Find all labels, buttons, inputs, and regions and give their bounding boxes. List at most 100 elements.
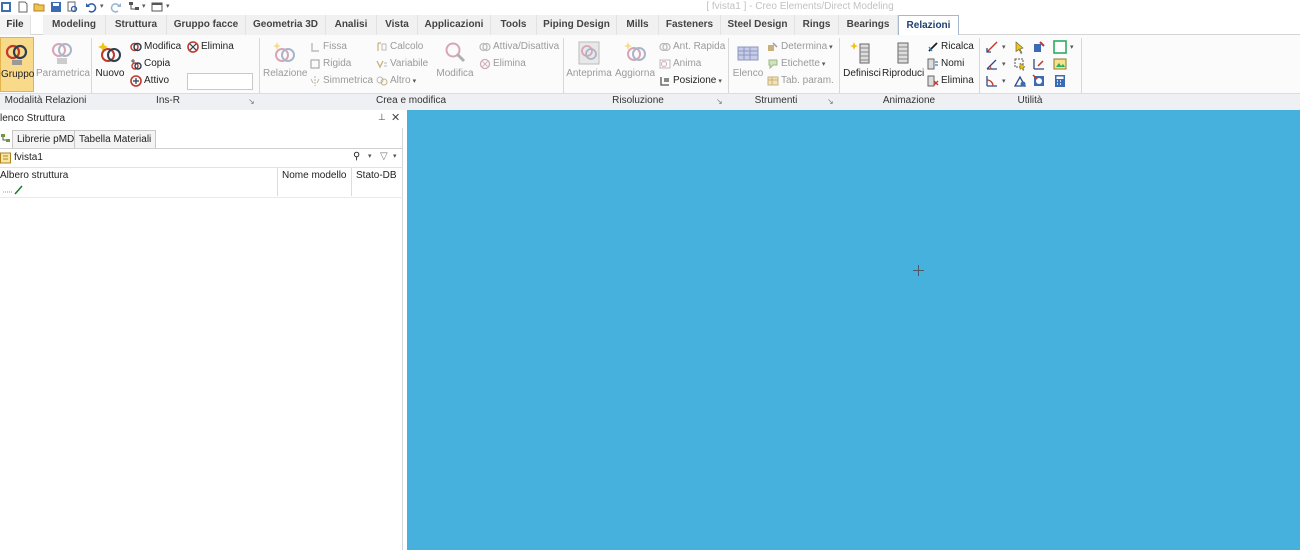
tab-fasteners[interactable]: Fasteners xyxy=(659,15,721,35)
panel-header: lenco Struttura ⊥ ✕ xyxy=(0,110,403,128)
measure-distance-icon[interactable] xyxy=(985,40,999,54)
calcolo-label: Calcolo xyxy=(390,41,424,52)
group-label-animazione: Animazione xyxy=(882,95,936,106)
tab-geometria-3d[interactable]: Geometria 3D xyxy=(246,15,326,35)
tab-relazioni[interactable]: Relazioni xyxy=(898,15,959,36)
nuovo-button[interactable]: Nuovo xyxy=(94,37,126,92)
determine-icon xyxy=(768,42,778,51)
frame-dropdown-icon[interactable]: ▾ xyxy=(1070,43,1074,51)
edit-dimension-icon[interactable] xyxy=(1032,57,1046,71)
edit-geometry-icon[interactable] xyxy=(1032,40,1046,54)
tab-mills[interactable]: Mills xyxy=(617,15,659,35)
other-icon xyxy=(376,76,388,86)
column-stato-db[interactable]: Stato-DB xyxy=(356,168,397,184)
elenco-button[interactable]: Elenco xyxy=(732,37,764,92)
tab-steel-design[interactable]: Steel Design xyxy=(721,15,795,35)
risoluzione-dialog-launcher-icon[interactable]: ↘ xyxy=(716,97,723,106)
fixed-icon xyxy=(311,43,319,52)
panel-title: lenco Struttura xyxy=(0,113,66,124)
strumenti-dialog-launcher-icon[interactable]: ↘ xyxy=(827,97,834,106)
aggiorna-label: Aggiorna xyxy=(614,68,656,79)
tree-column-headers: Albero struttura Nome modello Stato-DB xyxy=(0,168,403,196)
tab-librerie-pmd[interactable]: Librerie pMD xyxy=(12,130,80,148)
group-label-ins-r: Ins-R xyxy=(156,95,180,106)
measure-dropdown-icon[interactable]: ▾ xyxy=(1002,43,1006,51)
tab-param-label: Tab. param. xyxy=(781,75,834,86)
position-icon xyxy=(660,77,669,86)
animate-icon xyxy=(659,59,671,69)
calculator-icon[interactable] xyxy=(1053,74,1067,88)
fissa-label: Fissa xyxy=(323,41,347,52)
tab-tools[interactable]: Tools xyxy=(491,15,537,35)
relation-set-input[interactable] xyxy=(187,73,253,90)
new-relation-icon xyxy=(98,42,121,62)
retrace-icon xyxy=(928,42,938,52)
etichette-label: Etichette ▾ xyxy=(781,58,826,69)
tree-row[interactable] xyxy=(0,184,403,198)
filter-icon[interactable]: ▽ xyxy=(380,151,388,162)
tab-modeling[interactable]: Modeling xyxy=(43,15,106,35)
analysis-tool-icon[interactable] xyxy=(1032,74,1046,88)
modifica-crea-label: Modifica xyxy=(436,68,474,79)
tab-bearings[interactable]: Bearings xyxy=(839,15,898,35)
aggiorna-button[interactable]: Aggiorna xyxy=(614,37,656,92)
select-box-icon[interactable] xyxy=(1013,57,1027,71)
radius-measure-icon[interactable] xyxy=(985,74,999,88)
select-arrow-icon[interactable] xyxy=(1013,40,1027,54)
parametrica-button[interactable]: Parametrica xyxy=(36,37,90,92)
toggle-relation-icon xyxy=(479,42,491,52)
ins-r-dialog-launcher-icon[interactable]: ↘ xyxy=(248,97,255,106)
delete-animation-icon xyxy=(927,75,939,87)
pin-icon[interactable]: ⊥ xyxy=(378,112,386,123)
gruppo-button[interactable]: Gruppo xyxy=(0,37,34,92)
tab-file[interactable]: File xyxy=(0,15,31,35)
nomi-label: Nomi xyxy=(941,58,965,69)
radius-dropdown-icon[interactable]: ▾ xyxy=(1002,77,1006,85)
riproduci-label: Riproduci xyxy=(882,68,925,79)
angle-dropdown-icon[interactable]: ▾ xyxy=(1002,60,1006,68)
posizione-dropdown-icon: ▾ xyxy=(718,78,722,85)
calculation-icon xyxy=(377,42,387,51)
close-icon[interactable]: ✕ xyxy=(391,111,400,124)
column-albero-struttura[interactable]: Albero struttura xyxy=(0,168,68,184)
define-animation-icon xyxy=(850,42,870,64)
tab-piping-design[interactable]: Piping Design xyxy=(537,15,617,35)
tab-rings[interactable]: Rings xyxy=(795,15,839,35)
tab-applicazioni[interactable]: Applicazioni xyxy=(418,15,491,35)
group-label-modalita: Modalità Relazioni xyxy=(4,95,87,106)
frame-icon[interactable] xyxy=(1053,40,1067,54)
relazione-button[interactable]: Relazione xyxy=(263,37,308,92)
quick-preview-icon xyxy=(659,42,671,52)
active-relation-icon xyxy=(130,75,142,87)
determina-dropdown-icon: ▾ xyxy=(829,44,833,51)
angle-measure-icon[interactable] xyxy=(985,57,999,71)
window-title: [ fvista1 ] - Creo Elements/Direct Model… xyxy=(706,1,894,12)
riproduci-button[interactable]: Riproduci xyxy=(882,37,924,92)
tab-gruppo-facce[interactable]: Gruppo facce xyxy=(167,15,246,35)
tab-analisi[interactable]: Analisi xyxy=(326,15,377,35)
binoculars-search-icon[interactable]: ⚲ xyxy=(353,151,360,162)
rigida-label: Rigida xyxy=(323,58,352,69)
play-animation-icon xyxy=(897,42,909,64)
definisci-button[interactable]: Definisci xyxy=(843,37,881,92)
relazione-label: Relazione xyxy=(263,68,308,79)
tab-vista[interactable]: Vista xyxy=(377,15,418,35)
structure-tab-icon[interactable] xyxy=(0,132,11,144)
image-capture-icon[interactable] xyxy=(1053,57,1067,71)
modify-relation-icon xyxy=(130,42,142,52)
workplane-icon xyxy=(0,152,11,164)
anteprima-button[interactable]: Anteprima xyxy=(565,37,613,92)
shape-tool-icon[interactable] xyxy=(1013,74,1027,88)
filter-dropdown-icon[interactable]: ▾ xyxy=(393,152,397,160)
preview-icon xyxy=(578,41,600,65)
tab-struttura[interactable]: Struttura xyxy=(106,15,167,35)
tab-tabella-materiali[interactable]: Tabella Materiali xyxy=(74,130,157,148)
anima-label: Anima xyxy=(673,58,702,69)
nuovo-label: Nuovo xyxy=(95,68,125,79)
modifica-crea-button[interactable]: Modifica xyxy=(434,37,476,92)
elimina-animazione-label: Elimina xyxy=(941,75,974,86)
list-table-icon xyxy=(737,46,759,61)
graphics-viewport[interactable] xyxy=(407,110,1300,550)
column-nome-modello[interactable]: Nome modello xyxy=(282,168,346,184)
search-dropdown-icon[interactable]: ▾ xyxy=(368,152,372,160)
